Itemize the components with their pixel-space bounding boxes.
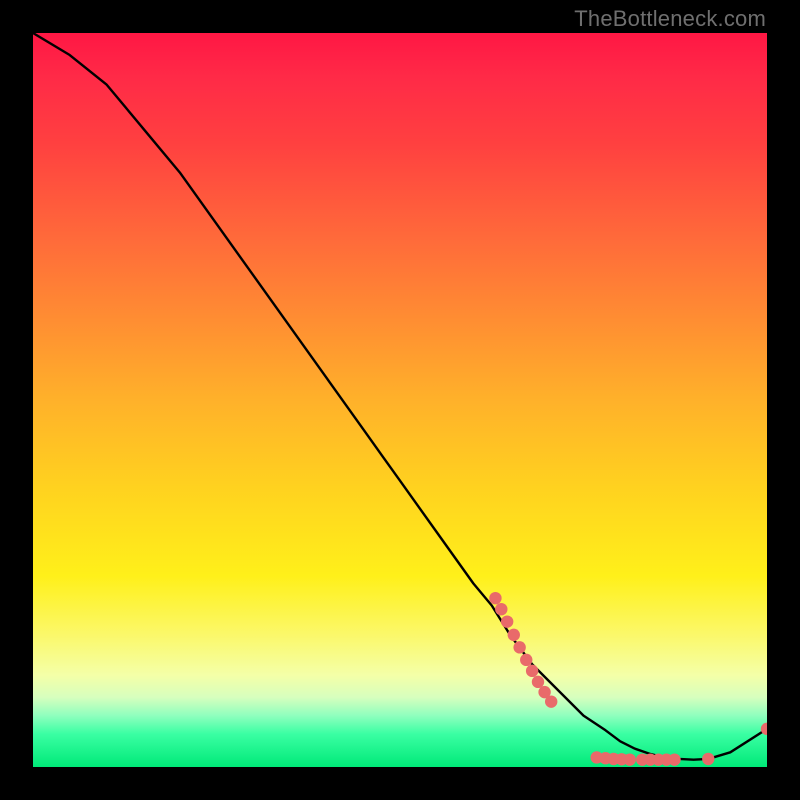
watermark-text: TheBottleneck.com [574,6,766,32]
scatter-point [702,753,714,765]
scatter-point [545,695,557,707]
plot-area [33,33,767,767]
scatter-point [532,676,544,688]
scatter-point [668,753,680,765]
scatter-point [520,654,532,666]
scatter-series [489,592,767,766]
scatter-point [495,603,507,615]
scatter-point [489,592,501,604]
scatter-point [513,641,525,653]
scatter-point [624,753,636,765]
scatter-point [526,665,538,677]
line-series [33,33,767,760]
scatter-point [508,629,520,641]
scatter-point [501,615,513,627]
chart-svg [33,33,767,767]
chart-frame: TheBottleneck.com [0,0,800,800]
